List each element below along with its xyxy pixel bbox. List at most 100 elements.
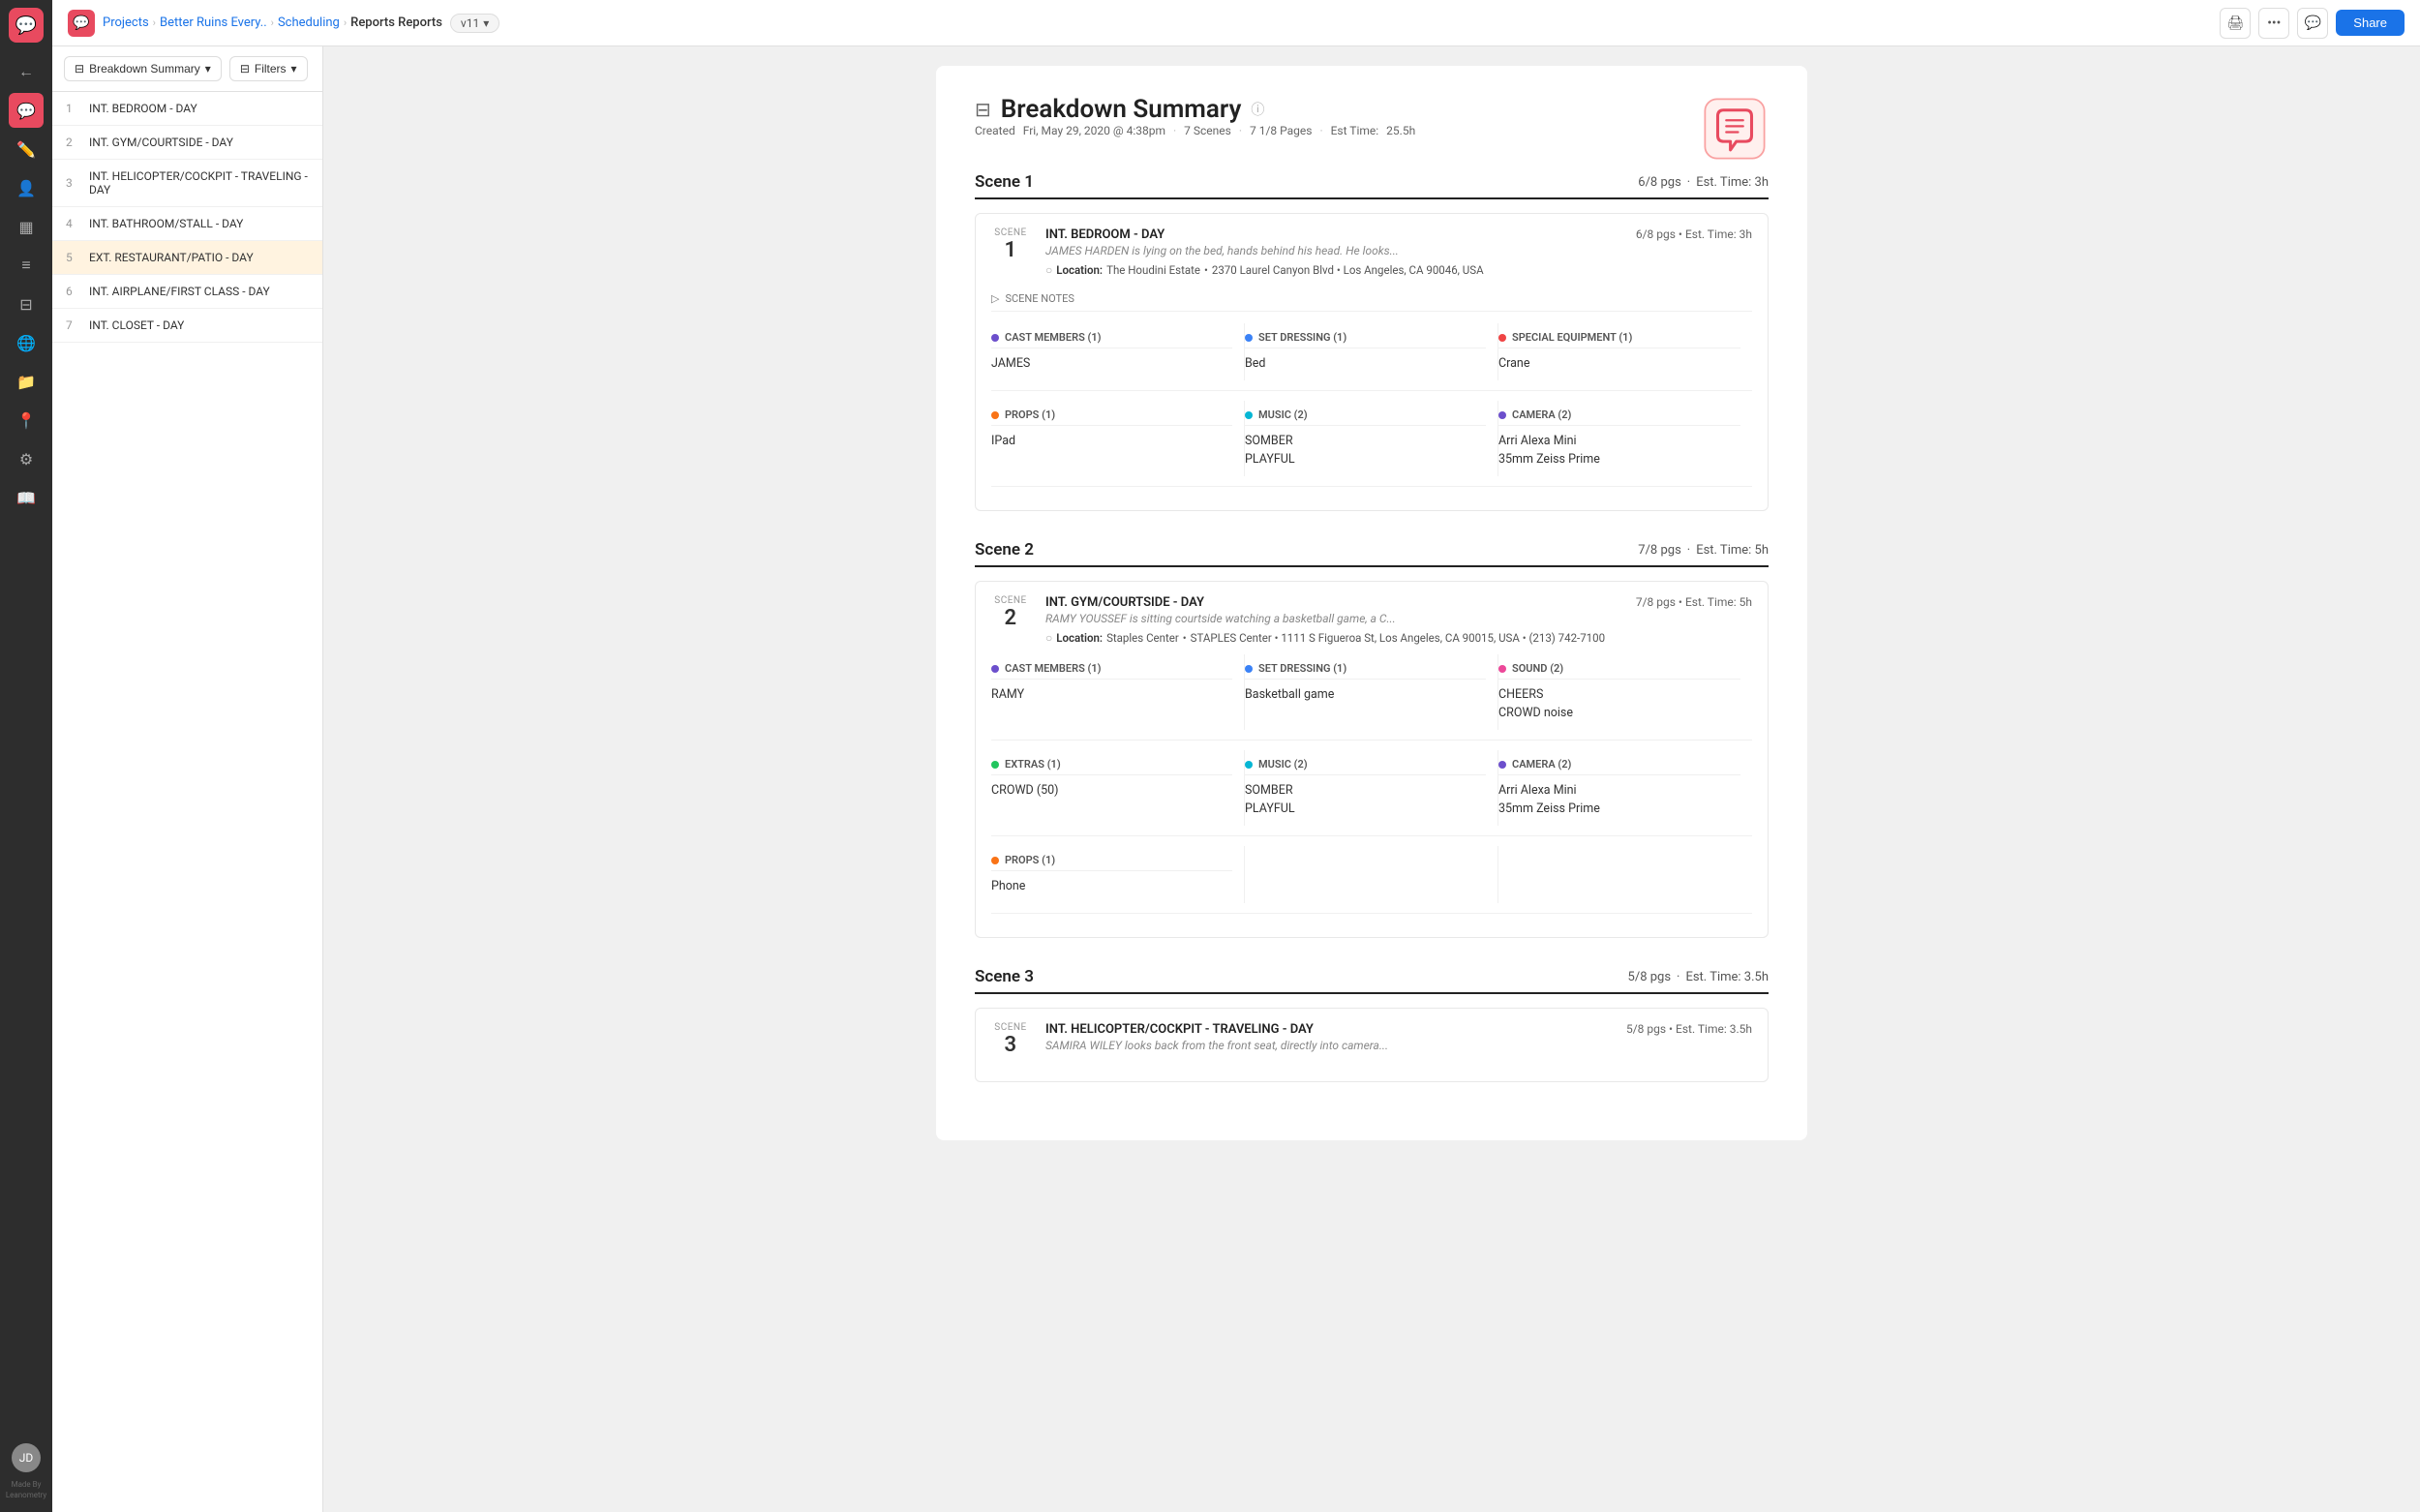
app-logo[interactable]: 💬 [9,8,44,43]
filters-icon: ⊟ [240,62,250,76]
scene-card-info: INT. GYM/COURTSIDE - DAY RAMY YOUSSEF is… [1045,595,1620,645]
info-icon[interactable]: ⓘ [1251,100,1264,119]
user-avatar[interactable]: JD [12,1443,41,1472]
print-button[interactable]: 🖨 [2220,8,2251,39]
scene-list-num: 4 [66,217,79,230]
breakdown-item: Arri Alexa Mini [1498,432,1740,450]
category-label: SOUND (2) [1512,662,1563,675]
filters-button[interactable]: ⊟ Filters ▾ [229,56,308,81]
scene-list-item[interactable]: 6 INT. AIRPLANE/FIRST CLASS - DAY [52,275,322,309]
nav-sliders[interactable]: ⚙ [9,441,44,476]
scene-list-item[interactable]: 3 INT. HELICOPTER/COCKPIT - TRAVELING - … [52,160,322,207]
version-badge[interactable]: v11 ▾ [450,14,499,33]
nav-back[interactable]: ← [9,54,44,89]
scene-list-label: INT. BATHROOM/STALL - DAY [89,217,243,230]
scene-list-num: 7 [66,318,79,332]
scene-card: SCENE 3 INT. HELICOPTER/COCKPIT - TRAVEL… [975,1008,1769,1082]
nav-pin[interactable]: 📍 [9,403,44,438]
scene-list-item[interactable]: 1 INT. BEDROOM - DAY [52,92,322,126]
comment-icon: 💬 [2305,15,2321,31]
scene-number-big: 3 [1004,1033,1016,1058]
breakdown-col-header: SOUND (2) [1498,662,1740,680]
nav-edit[interactable]: ✏️ [9,132,44,166]
scene-card-pages: 5/8 pgs • Est. Time: 3.5h [1626,1022,1752,1036]
location-address: STAPLES Center • 1111 S Figueroa St, Los… [1191,631,1605,645]
scene-list-label: INT. BEDROOM - DAY [89,102,197,115]
category-label: SPECIAL EQUIPMENT (1) [1512,331,1632,344]
scene-number-box: SCENE 1 [991,227,1030,277]
more-button[interactable]: ••• [2258,8,2289,39]
breakdown-col: CAST MEMBERS (1) JAMES [991,323,1245,380]
location-address: 2370 Laurel Canyon Blvd • Los Angeles, C… [1212,263,1484,277]
scene-card-top-right: 6/8 pgs • Est. Time: 3h [1636,227,1752,277]
nav-chat[interactable]: 💬 [9,93,44,128]
scene-list-label: INT. HELICOPTER/COCKPIT - TRAVELING - DA… [89,169,309,197]
notes-toggle-icon: ▷ [991,292,999,305]
report-area[interactable]: ⊟ Breakdown Summary ⓘ Created Fri, May 2… [323,46,2420,1512]
breakdown-label: Breakdown Summary [89,62,200,76]
scene-card-pages: 7/8 pgs • Est. Time: 5h [1636,595,1752,609]
nav-grid[interactable]: ⊟ [9,287,44,321]
breadcrumb-project-name[interactable]: Better Ruins Every.. [160,15,267,30]
scene-dot: · [1677,970,1679,984]
nav-board[interactable]: ▦ [9,209,44,244]
nav-users[interactable]: 👤 [9,170,44,205]
nav-layers[interactable]: ≡ [9,248,44,283]
made-by-label: Made By Leanometry [0,1476,52,1504]
breakdown-item: Crane [1498,354,1740,373]
scene-box-label: SCENE [994,595,1026,606]
breakdown-col-header: SPECIAL EQUIPMENT (1) [1498,331,1740,348]
scene-meta-right: 5/8 pgs · Est. Time: 3.5h [1628,970,1769,984]
category-dot [1498,411,1506,419]
main-wrapper: 💬 Projects › Better Ruins Every.. › Sche… [52,0,2420,1512]
scene-card-title: INT. BEDROOM - DAY [1045,227,1620,242]
scene-notes-toggle[interactable]: ▷ SCENE NOTES [991,287,1752,312]
scene-list-item[interactable]: 4 INT. BATHROOM/STALL - DAY [52,207,322,241]
scene-card-top-right: 5/8 pgs • Est. Time: 3.5h [1626,1022,1752,1058]
location-row: ○ Location: The Houdini Estate • 2370 La… [1045,263,1620,277]
breakdown-col: MUSIC (2) SOMBERPLAYFUL [1245,750,1498,826]
report-title-icon: ⊟ [975,98,991,121]
nav-folder[interactable]: 📁 [9,364,44,399]
scene-list-item[interactable]: 5 EXT. RESTAURANT/PATIO - DAY [52,241,322,275]
breakdown-col: SET DRESSING (1) Basketball game [1245,654,1498,730]
scene-card-desc: RAMY YOUSSEF is sitting courtside watchi… [1045,612,1620,625]
breakdown-col: MUSIC (2) SOMBERPLAYFUL [1245,401,1498,476]
created-label: Created [975,124,1015,137]
scene-card-pages: 6/8 pgs • Est. Time: 3h [1636,227,1752,241]
category-dot [1245,411,1253,419]
scene-section: Scene 2 7/8 pgs · Est. Time: 5h SCENE 2 … [975,540,1769,938]
more-icon: ••• [2267,15,2281,31]
nav-book[interactable]: 📖 [9,480,44,515]
breakdown-col-header: CAST MEMBERS (1) [991,662,1232,680]
scene-pages: 7/8 pgs [1638,543,1681,558]
scene-card-info: INT. BEDROOM - DAY JAMES HARDEN is lying… [1045,227,1620,277]
share-button[interactable]: Share [2336,10,2405,36]
scene-list-item[interactable]: 7 INT. CLOSET - DAY [52,309,322,343]
breadcrumb-scheduling[interactable]: Scheduling [278,15,340,30]
category-label: CAST MEMBERS (1) [1005,662,1102,675]
scene-list-num: 3 [66,176,79,190]
scene-header: Scene 2 7/8 pgs · Est. Time: 5h [975,540,1769,567]
breakdown-item: CROWD (50) [991,781,1232,800]
breadcrumb-sep-1: › [153,16,156,29]
nav-globe[interactable]: 🌐 [9,325,44,360]
est-time-value: 25.5h [1386,124,1415,137]
scenes-container: Scene 1 6/8 pgs · Est. Time: 3h SCENE 1 … [975,172,1769,1082]
nav-logo-button[interactable]: 💬 [68,10,95,37]
report-meta: Created Fri, May 29, 2020 @ 4:38pm · 7 S… [975,124,1415,137]
breadcrumb-projects[interactable]: Projects [103,15,149,30]
scene-card: SCENE 2 INT. GYM/COURTSIDE - DAY RAMY YO… [975,581,1769,938]
breakdown-item: IPad [991,432,1232,450]
breakdown-item: Phone [991,877,1232,895]
created-value: Fri, May 29, 2020 @ 4:38pm [1023,124,1165,137]
scene-list-item[interactable]: 2 INT. GYM/COURTSIDE - DAY [52,126,322,160]
location-icon: ○ [1045,263,1052,277]
breakdown-summary-button[interactable]: ⊟ Breakdown Summary ▾ [64,56,222,81]
category-label: MUSIC (2) [1258,758,1308,771]
scene-number-big: 2 [1004,606,1016,631]
comment-button[interactable]: 💬 [2297,8,2328,39]
breadcrumb-sep-2: › [271,16,274,29]
scene-est-time: Est. Time: 3h [1696,175,1769,190]
category-label: CAMERA (2) [1512,758,1571,771]
